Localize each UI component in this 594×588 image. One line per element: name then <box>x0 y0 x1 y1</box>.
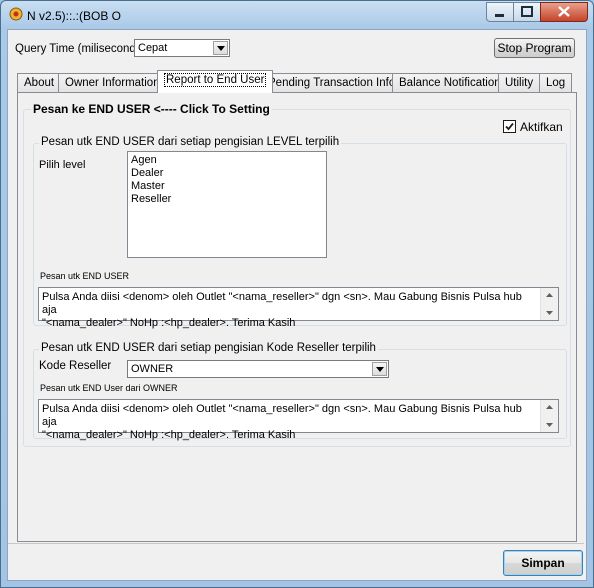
app-icon <box>9 7 23 21</box>
minimize-icon <box>495 14 504 17</box>
scroll-down-icon <box>546 311 553 315</box>
level-listbox[interactable]: Agen Dealer Master Reseller <box>127 151 327 258</box>
footer-separator <box>8 543 584 544</box>
query-time-select[interactable]: Cepat <box>134 39 230 57</box>
level-message-line2: "<nama_dealer>" NoHp :<hp_dealer>. Terim… <box>42 317 296 329</box>
level-item-master[interactable]: Master <box>128 180 326 193</box>
reseller-message-line1: Pulsa Anda diisi <denom> oleh Outlet "<n… <box>42 403 522 428</box>
tab-balance-notification[interactable]: Balance Notification <box>392 73 508 92</box>
window-title: N v2.5)::.:(BOB O <box>27 9 122 23</box>
level-message-line1: Pulsa Anda diisi <denom> oleh Outlet "<n… <box>42 291 522 316</box>
level-item-agen[interactable]: Agen <box>128 154 326 167</box>
reseller-group-title: Pesan utk END USER dari setiap pengisian… <box>39 342 378 354</box>
kode-reseller-label: Kode Reseller <box>39 360 112 372</box>
simpan-label: Simpan <box>521 556 565 570</box>
tab-utility-label: Utility <box>505 77 534 89</box>
maximize-button[interactable] <box>513 2 541 22</box>
kode-reseller-value: OWNER <box>131 363 174 375</box>
kode-reseller-dropdown-button[interactable] <box>372 362 387 376</box>
app-window: N v2.5)::.:(BOB O Query Time (milisecond… <box>0 0 594 588</box>
dropdown-button[interactable] <box>213 41 228 55</box>
minimize-button[interactable] <box>486 2 514 22</box>
end-user-heading[interactable]: Pesan ke END USER <---- Click To Setting <box>31 102 272 116</box>
tab-about[interactable]: About <box>17 73 62 92</box>
reseller-message-line2: "<nama_dealer>" NoHp :<hp_dealer>. Terim… <box>42 429 296 441</box>
tab-report-to-end-user-label: Report to End User <box>164 73 267 87</box>
tab-pending-transaction-info[interactable]: Pending Transaction Info <box>261 73 403 92</box>
scroll-down-icon <box>546 423 553 427</box>
tab-pending-transaction-info-label: Pending Transaction Info <box>268 77 396 89</box>
maximize-icon <box>521 6 533 17</box>
tab-report-to-end-user[interactable]: Report to End User <box>157 70 274 93</box>
reseller-message-scrollbar[interactable] <box>540 400 558 432</box>
scroll-up-icon <box>546 405 553 409</box>
query-time-value: Cepat <box>138 42 168 54</box>
level-message-label: Pesan utk END USER <box>40 271 130 281</box>
level-item-reseller[interactable]: Reseller <box>128 193 326 206</box>
chevron-down-icon <box>376 367 384 372</box>
level-message-textarea[interactable]: Pulsa Anda diisi <denom> oleh Outlet "<n… <box>38 287 559 329</box>
tab-balance-notification-label: Balance Notification <box>399 77 501 89</box>
query-time-label: Query Time (milisecond) <box>15 43 140 55</box>
reseller-message-textarea[interactable]: Pulsa Anda diisi <denom> oleh Outlet "<n… <box>38 399 559 441</box>
stop-program-label: Stop Program <box>497 41 572 55</box>
level-item-dealer[interactable]: Dealer <box>128 167 326 180</box>
checkmark-icon <box>505 122 514 131</box>
tab-owner-information[interactable]: Owner Information <box>58 73 167 92</box>
close-button[interactable] <box>540 2 588 22</box>
scroll-up-icon <box>546 293 553 297</box>
level-message-scrollbar[interactable] <box>540 288 558 320</box>
title-bar[interactable]: N v2.5)::.:(BOB O <box>1 1 593 29</box>
pilih-level-label: Pilih level <box>39 159 86 171</box>
level-group-title: Pesan utk END USER dari setiap pengisian… <box>39 136 342 148</box>
reseller-message-label: Pesan utk END User dari OWNER <box>40 383 178 393</box>
tab-about-label: About <box>24 77 55 89</box>
stop-program-button[interactable]: Stop Program <box>494 38 575 58</box>
close-icon <box>558 6 570 17</box>
tab-log-label: Log <box>546 77 566 89</box>
tab-utility[interactable]: Utility <box>498 73 541 92</box>
chevron-down-icon <box>217 46 225 51</box>
simpan-button[interactable]: Simpan <box>503 550 583 576</box>
kode-reseller-select[interactable]: OWNER <box>127 360 389 378</box>
aktifkan-label: Aktifkan <box>520 120 563 134</box>
aktifkan-checkbox[interactable] <box>503 120 516 133</box>
tab-log[interactable]: Log <box>539 73 573 92</box>
tab-owner-information-label: Owner Information <box>65 77 160 89</box>
